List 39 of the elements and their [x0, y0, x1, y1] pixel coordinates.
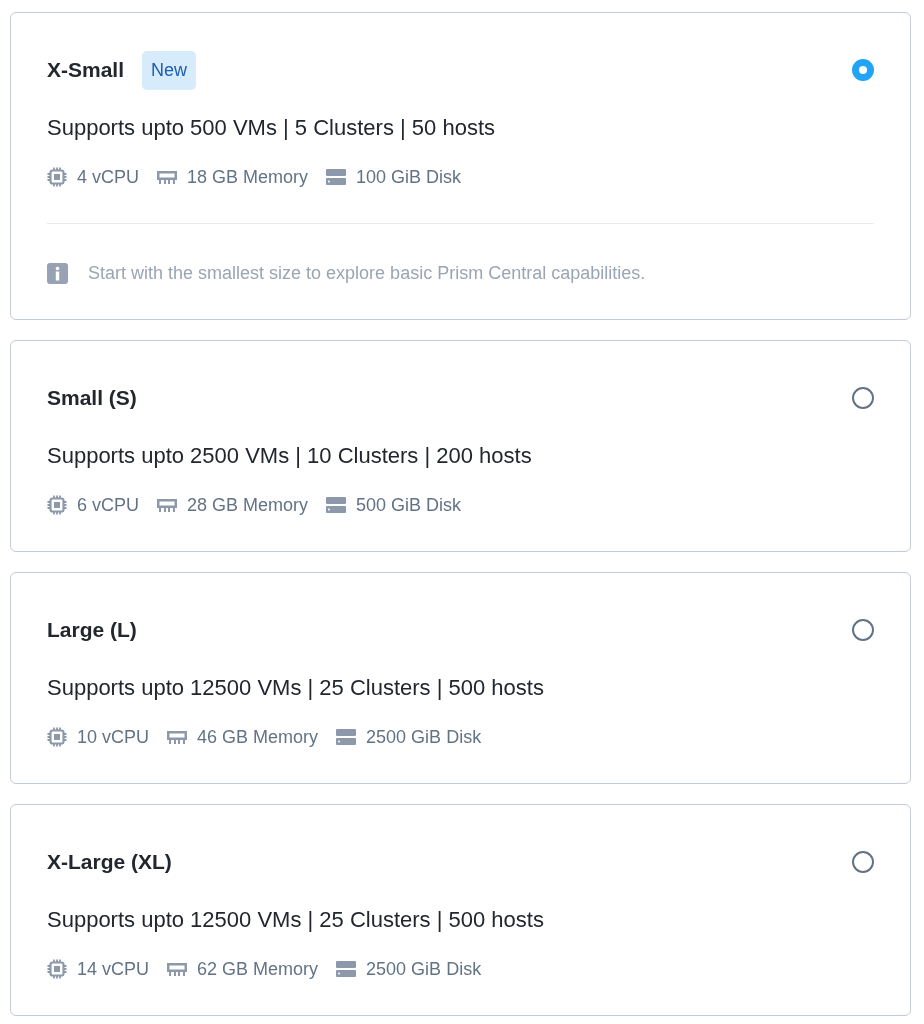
option-title: X-Large (XL) [47, 849, 172, 875]
spec-text: 10 vCPU [77, 726, 150, 748]
option-card[interactable]: X-Small New Supports upto 500 VMs | 5 Clusters | 50 hosts 4 vCPU 18 GB Memory 100 GiB Disk Start with the smallest size to explore basic Prism Central capabilities. [10, 12, 911, 320]
capacity-text: Supports upto 500 VMs | 5 Clusters | 50 hosts [47, 114, 496, 142]
option-title: Small (S) [47, 385, 137, 411]
info-text: Start with the smallest size to explore basic Prism Central capabilities. [88, 262, 646, 284]
spec-text: 2500 GiB Disk [366, 726, 482, 748]
option-card[interactable]: X-Large (XL) Supports upto 12500 VMs | 25 Clusters | 500 hosts 14 vCPU 62 GB Memory 2500 GiB Disk [10, 804, 911, 1016]
spec-text: 14 vCPU [77, 958, 150, 980]
radio-button[interactable] [852, 59, 874, 81]
spec-text: 46 GB Memory [197, 726, 319, 748]
capacity-text: Supports upto 2500 VMs | 10 Clusters | 200 hosts [47, 442, 533, 470]
radio-button[interactable] [852, 851, 874, 873]
spec-text: 500 GiB Disk [356, 494, 462, 516]
spec-text: 2500 GiB Disk [366, 958, 482, 980]
option-title: Large (L) [47, 617, 137, 643]
chip-icon [47, 727, 67, 747]
spec-text: 4 vCPU [77, 166, 139, 188]
storage-icon [336, 959, 357, 979]
option-title: X-Small [47, 57, 125, 83]
chip-icon [47, 495, 67, 515]
spec-text: 18 GB Memory [187, 166, 309, 188]
storage-icon [326, 495, 347, 515]
spec-text: 100 GiB Disk [356, 166, 462, 188]
option-card[interactable]: Large (L) Supports upto 12500 VMs | 25 Clusters | 500 hosts 10 vCPU 46 GB Memory 2500 GiB Disk [10, 572, 911, 784]
capacity-text: Supports upto 12500 VMs | 25 Clusters | 500 hosts [47, 906, 545, 934]
spec-text: 28 GB Memory [187, 494, 309, 516]
radio-button[interactable] [852, 619, 874, 641]
chip-icon [47, 167, 67, 187]
capacity-text: Supports upto 12500 VMs | 25 Clusters | 500 hosts [47, 674, 545, 702]
radio-button[interactable] [852, 387, 874, 409]
storage-icon [336, 727, 357, 747]
spec-text: 62 GB Memory [197, 958, 319, 980]
storage-icon [326, 167, 347, 187]
option-card[interactable]: Small (S) Supports upto 2500 VMs | 10 Clusters | 200 hosts 6 vCPU 28 GB Memory 500 GiB Disk [10, 340, 911, 552]
info-icon [47, 262, 68, 284]
chip-icon [47, 959, 67, 979]
new-badge: New [142, 50, 197, 90]
spec-text: 6 vCPU [77, 494, 139, 516]
